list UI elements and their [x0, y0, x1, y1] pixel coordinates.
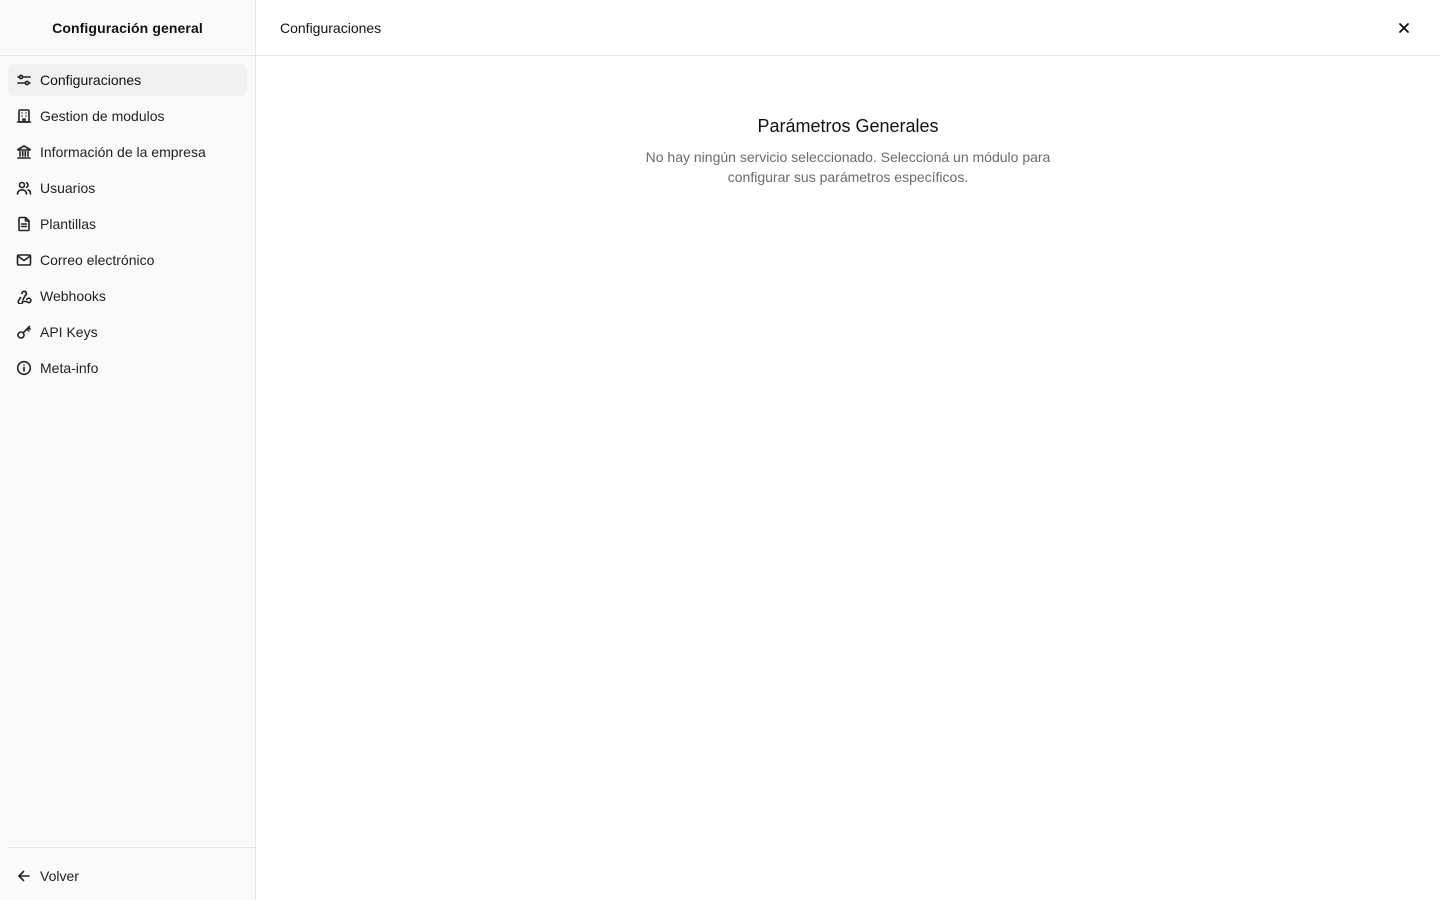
sidebar-item-correo[interactable]: Correo electrónico — [8, 244, 247, 276]
webhook-icon — [16, 288, 32, 304]
building-icon — [16, 108, 32, 124]
app-window: Configuración general Configuraciones Ge… — [0, 0, 1440, 900]
main-panel: Configuraciones Parámetros Generales No … — [256, 0, 1440, 900]
users-icon — [16, 180, 32, 196]
sidebar-item-plantillas[interactable]: Plantillas — [8, 208, 247, 240]
empty-state-title: Parámetros Generales — [757, 116, 939, 136]
info-icon — [16, 360, 32, 376]
topbar: Configuraciones — [256, 0, 1440, 56]
empty-state-description: No hay ningún servicio seleccionado. Sel… — [645, 149, 1051, 185]
sidebar-item-configuraciones[interactable]: Configuraciones — [8, 64, 247, 96]
key-icon — [16, 324, 32, 340]
sidebar-item-usuarios[interactable]: Usuarios — [8, 172, 247, 204]
sidebar-footer: Volver — [8, 847, 255, 900]
sidebar-title: Configuración general — [0, 0, 255, 56]
sidebar-item-label: API Keys — [40, 324, 98, 340]
file-text-icon — [16, 216, 32, 232]
arrow-left-icon — [16, 868, 32, 884]
sidebar-item-webhooks[interactable]: Webhooks — [8, 280, 247, 312]
sidebar-item-gestion-modulos[interactable]: Gestion de modulos — [8, 100, 247, 132]
sidebar-item-label: Gestion de modulos — [40, 108, 165, 124]
sliders-icon — [16, 72, 32, 88]
sidebar-item-label: Correo electrónico — [40, 252, 155, 268]
sidebar-item-label: Información de la empresa — [40, 144, 206, 160]
sidebar-item-label: Configuraciones — [40, 72, 142, 88]
mail-icon — [16, 252, 32, 268]
sidebar-item-label: Usuarios — [40, 180, 96, 196]
sidebar-item-label: Plantillas — [40, 216, 97, 232]
close-icon — [1399, 22, 1409, 33]
sidebar-nav: Configuraciones Gestion de modulos Infor… — [0, 56, 255, 847]
back-button[interactable]: Volver — [8, 860, 255, 892]
sidebar-item-meta-info[interactable]: Meta-info — [8, 352, 247, 384]
sidebar-item-informacion-empresa[interactable]: Información de la empresa — [8, 136, 247, 168]
back-button-label: Volver — [40, 868, 79, 884]
sidebar-item-label: Webhooks — [40, 288, 106, 304]
close-button[interactable] — [1392, 16, 1416, 40]
sidebar-item-api-keys[interactable]: API Keys — [8, 316, 247, 348]
landmark-icon — [16, 144, 32, 160]
empty-state: Parámetros Generales No hay ningún servi… — [256, 56, 1440, 900]
page-title: Configuraciones — [280, 19, 382, 36]
sidebar-item-label: Meta-info — [40, 360, 99, 376]
sidebar: Configuración general Configuraciones Ge… — [0, 0, 256, 900]
